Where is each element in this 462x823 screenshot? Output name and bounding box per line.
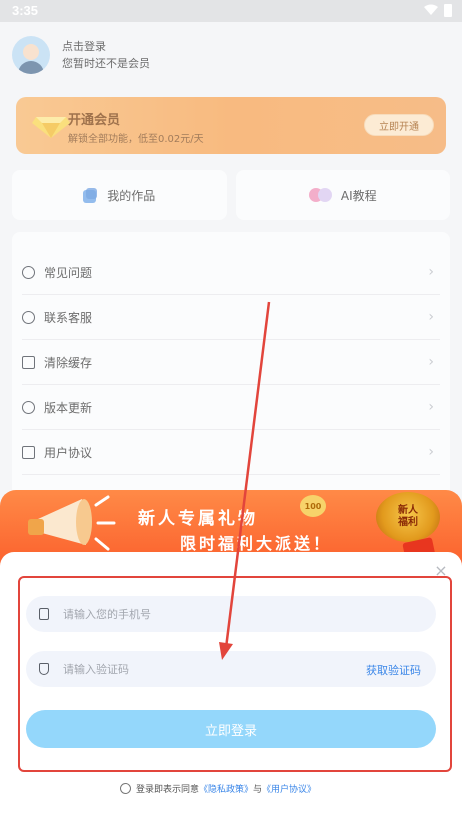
login-button[interactable]: 立即登录	[26, 710, 436, 748]
get-code-button[interactable]: 获取验证码	[366, 662, 421, 678]
agree-radio[interactable]	[120, 782, 131, 794]
coin-icon: 100	[300, 495, 326, 517]
code-field[interactable]: 获取验证码	[26, 651, 436, 687]
privacy-link[interactable]: 《隐私政策》	[199, 782, 253, 795]
megaphone-icon	[28, 495, 116, 551]
agreement-row: 登录即表示同意 《隐私政策》 与 《用户协议》	[120, 781, 316, 795]
promo-title: 新人专属礼物	[138, 509, 258, 529]
promo-subtitle: 限时福利大派送！	[180, 534, 333, 553]
terms-link[interactable]: 《用户协议》	[262, 782, 316, 795]
code-input[interactable]	[63, 662, 343, 676]
new-user-badge: 新人 福利	[376, 492, 440, 542]
badge-line1: 新人	[398, 505, 418, 516]
phone-input[interactable]	[63, 607, 343, 621]
shield-icon	[39, 663, 49, 675]
agree-and: 与	[253, 784, 263, 795]
agree-text: 登录即表示同意	[136, 784, 200, 795]
badge-line2: 福利	[398, 517, 418, 528]
phone-field[interactable]	[26, 596, 436, 632]
phone-icon	[39, 608, 49, 620]
